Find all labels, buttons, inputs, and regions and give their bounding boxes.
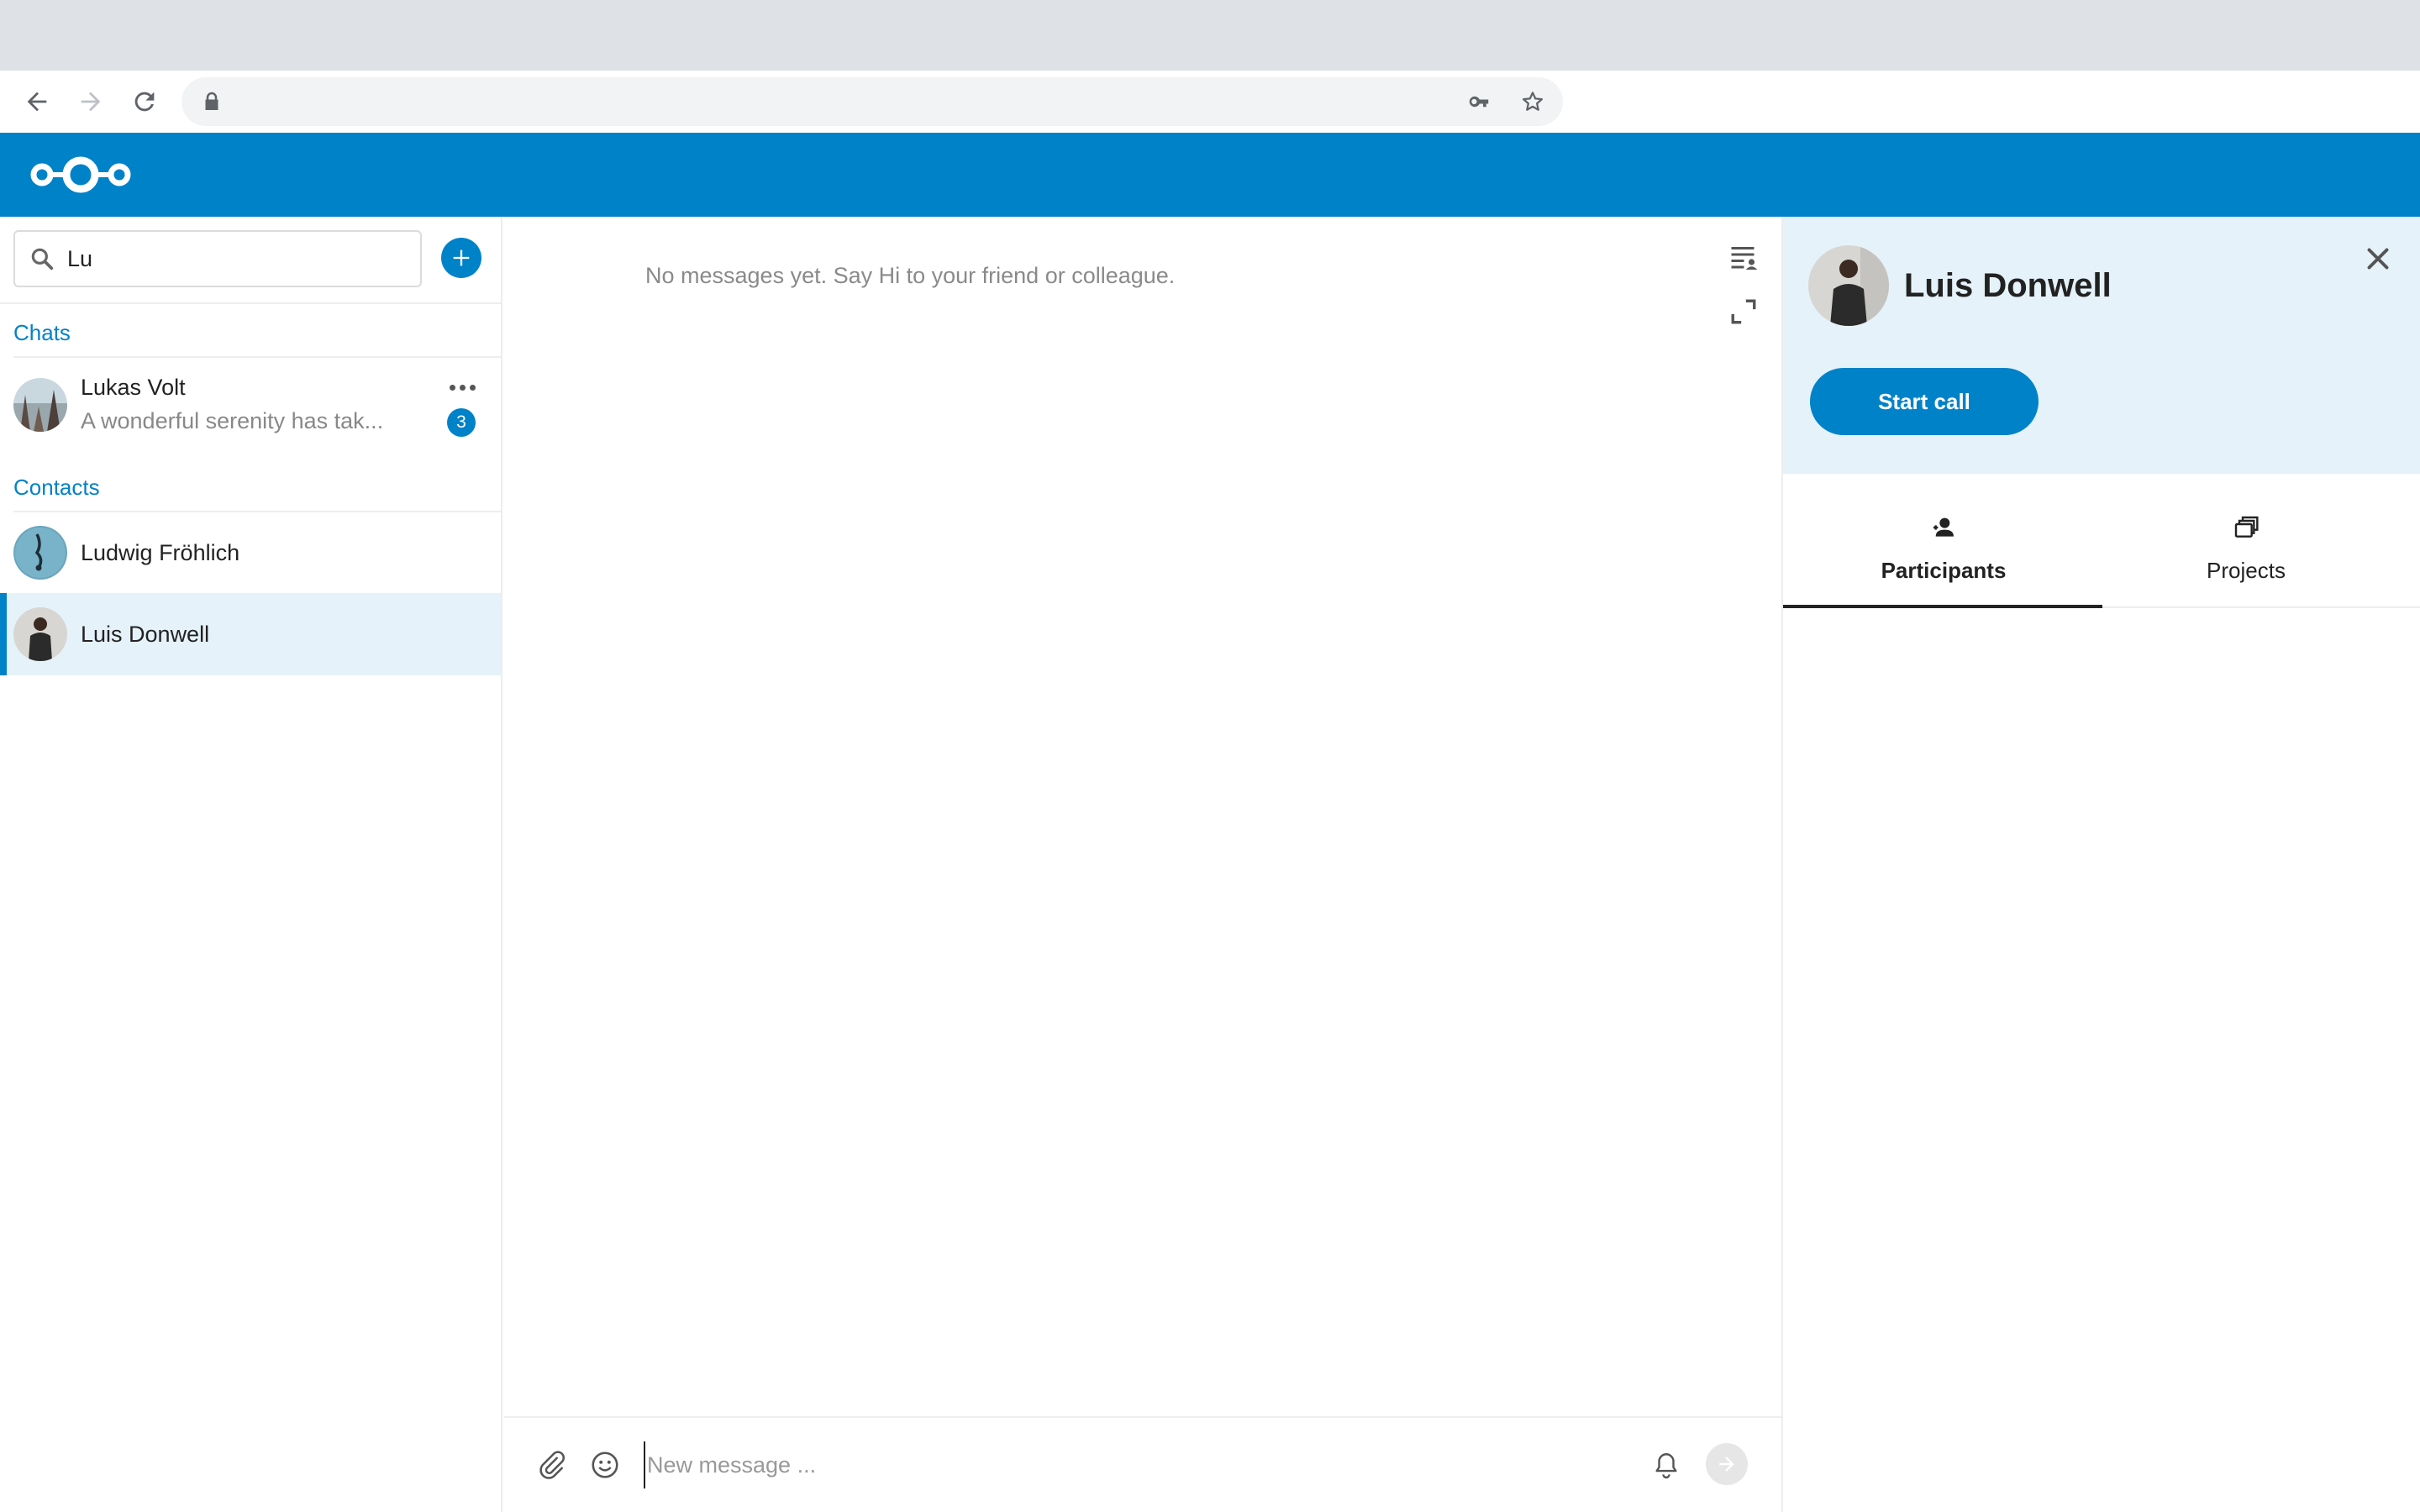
contacts-caption: Contacts xyxy=(13,475,100,500)
tab-participants[interactable]: Participants xyxy=(1785,509,2102,608)
more-dots-icon xyxy=(469,384,476,391)
conversation-name: Lukas Volt xyxy=(81,375,186,400)
chats-caption: Chats xyxy=(13,320,71,345)
tab-projects[interactable]: Projects xyxy=(2087,509,2405,608)
toggle-sidebar-icon[interactable] xyxy=(1728,242,1758,272)
arrow-right-icon xyxy=(1719,1457,1734,1472)
avatar xyxy=(13,607,67,661)
conversation-item-lukas-volt[interactable]: Lukas Volt A wonderful serenity has tak.… xyxy=(0,361,501,450)
key-icon[interactable] xyxy=(1465,88,1492,115)
contact-name: Luis Donwell xyxy=(81,622,210,647)
new-conversation-button[interactable] xyxy=(441,238,481,278)
search-input[interactable]: Lu xyxy=(67,240,403,277)
conversation-actions-button[interactable] xyxy=(444,375,481,400)
contact-name: Ludwig Fröhlich xyxy=(81,540,240,565)
close-icon[interactable] xyxy=(2363,244,2393,274)
selection-indicator xyxy=(0,593,7,675)
sidebar-title: Luis Donwell xyxy=(1904,267,2112,304)
app-header xyxy=(0,133,2420,217)
send-button[interactable] xyxy=(1706,1443,1748,1485)
sidebar-header xyxy=(1783,217,2420,474)
nextcloud-logo-icon[interactable] xyxy=(24,146,138,203)
star-icon[interactable] xyxy=(1519,88,1546,115)
fullscreen-icon[interactable] xyxy=(1729,297,1758,326)
sidebar-avatar xyxy=(1808,245,1889,326)
contact-item-ludwig-frohlich[interactable]: Ludwig Fröhlich xyxy=(0,514,501,591)
projects-icon xyxy=(2234,516,2259,538)
message-input[interactable]: New message ... xyxy=(644,1441,1618,1488)
browser-tab-strip xyxy=(0,0,2420,71)
more-dots-icon xyxy=(449,384,455,391)
composer-divider xyxy=(504,1416,1781,1418)
unread-count-badge: 3 xyxy=(447,408,476,437)
chat-view xyxy=(504,217,1781,1512)
emoji-icon[interactable] xyxy=(590,1450,620,1480)
tab-label: Participants xyxy=(1881,558,2007,583)
reload-button[interactable] xyxy=(124,82,165,121)
conversation-preview: A wonderful serenity has tak... xyxy=(81,408,384,433)
bell-icon[interactable] xyxy=(1652,1450,1681,1480)
address-bar[interactable] xyxy=(182,77,1563,126)
contact-item-luis-donwell[interactable] xyxy=(0,593,501,675)
nav-divider xyxy=(13,511,502,512)
forward-button[interactable] xyxy=(71,82,111,121)
avatar xyxy=(13,378,67,432)
forward-arrow-icon xyxy=(81,92,101,112)
back-arrow-icon xyxy=(27,92,47,112)
search-icon xyxy=(31,248,54,270)
reload-icon xyxy=(134,92,155,112)
nav-divider xyxy=(13,356,502,358)
participants-icon xyxy=(1933,517,1954,537)
avatar xyxy=(13,526,67,580)
plus-icon xyxy=(453,249,470,266)
tab-label: Projects xyxy=(2207,558,2286,583)
back-button[interactable] xyxy=(17,82,57,121)
empty-chat-message: No messages yet. Say Hi to your friend o… xyxy=(645,263,1176,288)
active-tab-indicator xyxy=(1783,605,2102,608)
start-call-button[interactable]: Start call xyxy=(1810,368,2039,435)
more-dots-icon xyxy=(459,384,466,391)
nav-divider xyxy=(0,302,502,304)
paperclip-icon[interactable] xyxy=(536,1450,566,1480)
lock-icon[interactable] xyxy=(198,88,225,115)
